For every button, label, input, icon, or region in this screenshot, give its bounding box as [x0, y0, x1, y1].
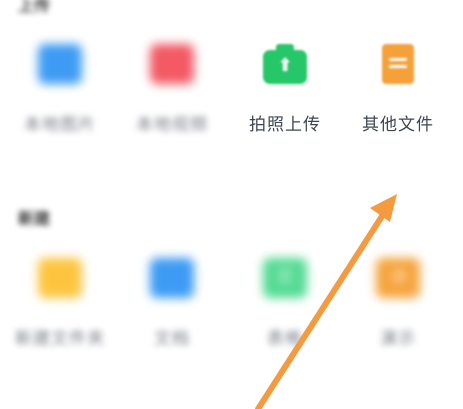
local-video-label: 本地视频	[136, 115, 208, 135]
local-video-tile[interactable]: 本地视频	[117, 44, 227, 135]
take-photo-upload-tile[interactable]: ⬆ 拍照上传	[230, 44, 340, 135]
image-icon	[38, 44, 82, 84]
doc-icon	[150, 258, 194, 298]
take-photo-upload-label: 拍照上传	[249, 115, 321, 135]
new-doc-label: 文档	[154, 329, 190, 349]
slides-icon: ◔	[376, 258, 420, 298]
section-title-create: 新建	[18, 209, 51, 228]
local-image-tile[interactable]: 本地图片	[5, 44, 115, 135]
document-icon	[376, 44, 420, 84]
new-slides-label: 演示	[380, 329, 416, 349]
video-icon	[150, 44, 194, 84]
folder-icon	[38, 258, 82, 298]
other-file-tile[interactable]: 其他文件	[343, 44, 453, 135]
new-doc-tile[interactable]: 文档	[117, 258, 227, 349]
new-folder-label: 新建文件夹	[15, 329, 105, 349]
new-folder-tile[interactable]: 新建文件夹	[5, 258, 115, 349]
other-file-label: 其他文件	[362, 115, 434, 135]
new-sheet-tile[interactable]: ☰ 表格	[230, 258, 340, 349]
new-sheet-label: 表格	[267, 329, 303, 349]
new-slides-tile[interactable]: ◔ 演示	[343, 258, 453, 349]
camera-upload-icon: ⬆	[263, 44, 307, 84]
sheet-icon: ☰	[263, 258, 307, 298]
local-image-label: 本地图片	[24, 115, 96, 135]
section-title-upload: 上传	[18, 0, 51, 15]
